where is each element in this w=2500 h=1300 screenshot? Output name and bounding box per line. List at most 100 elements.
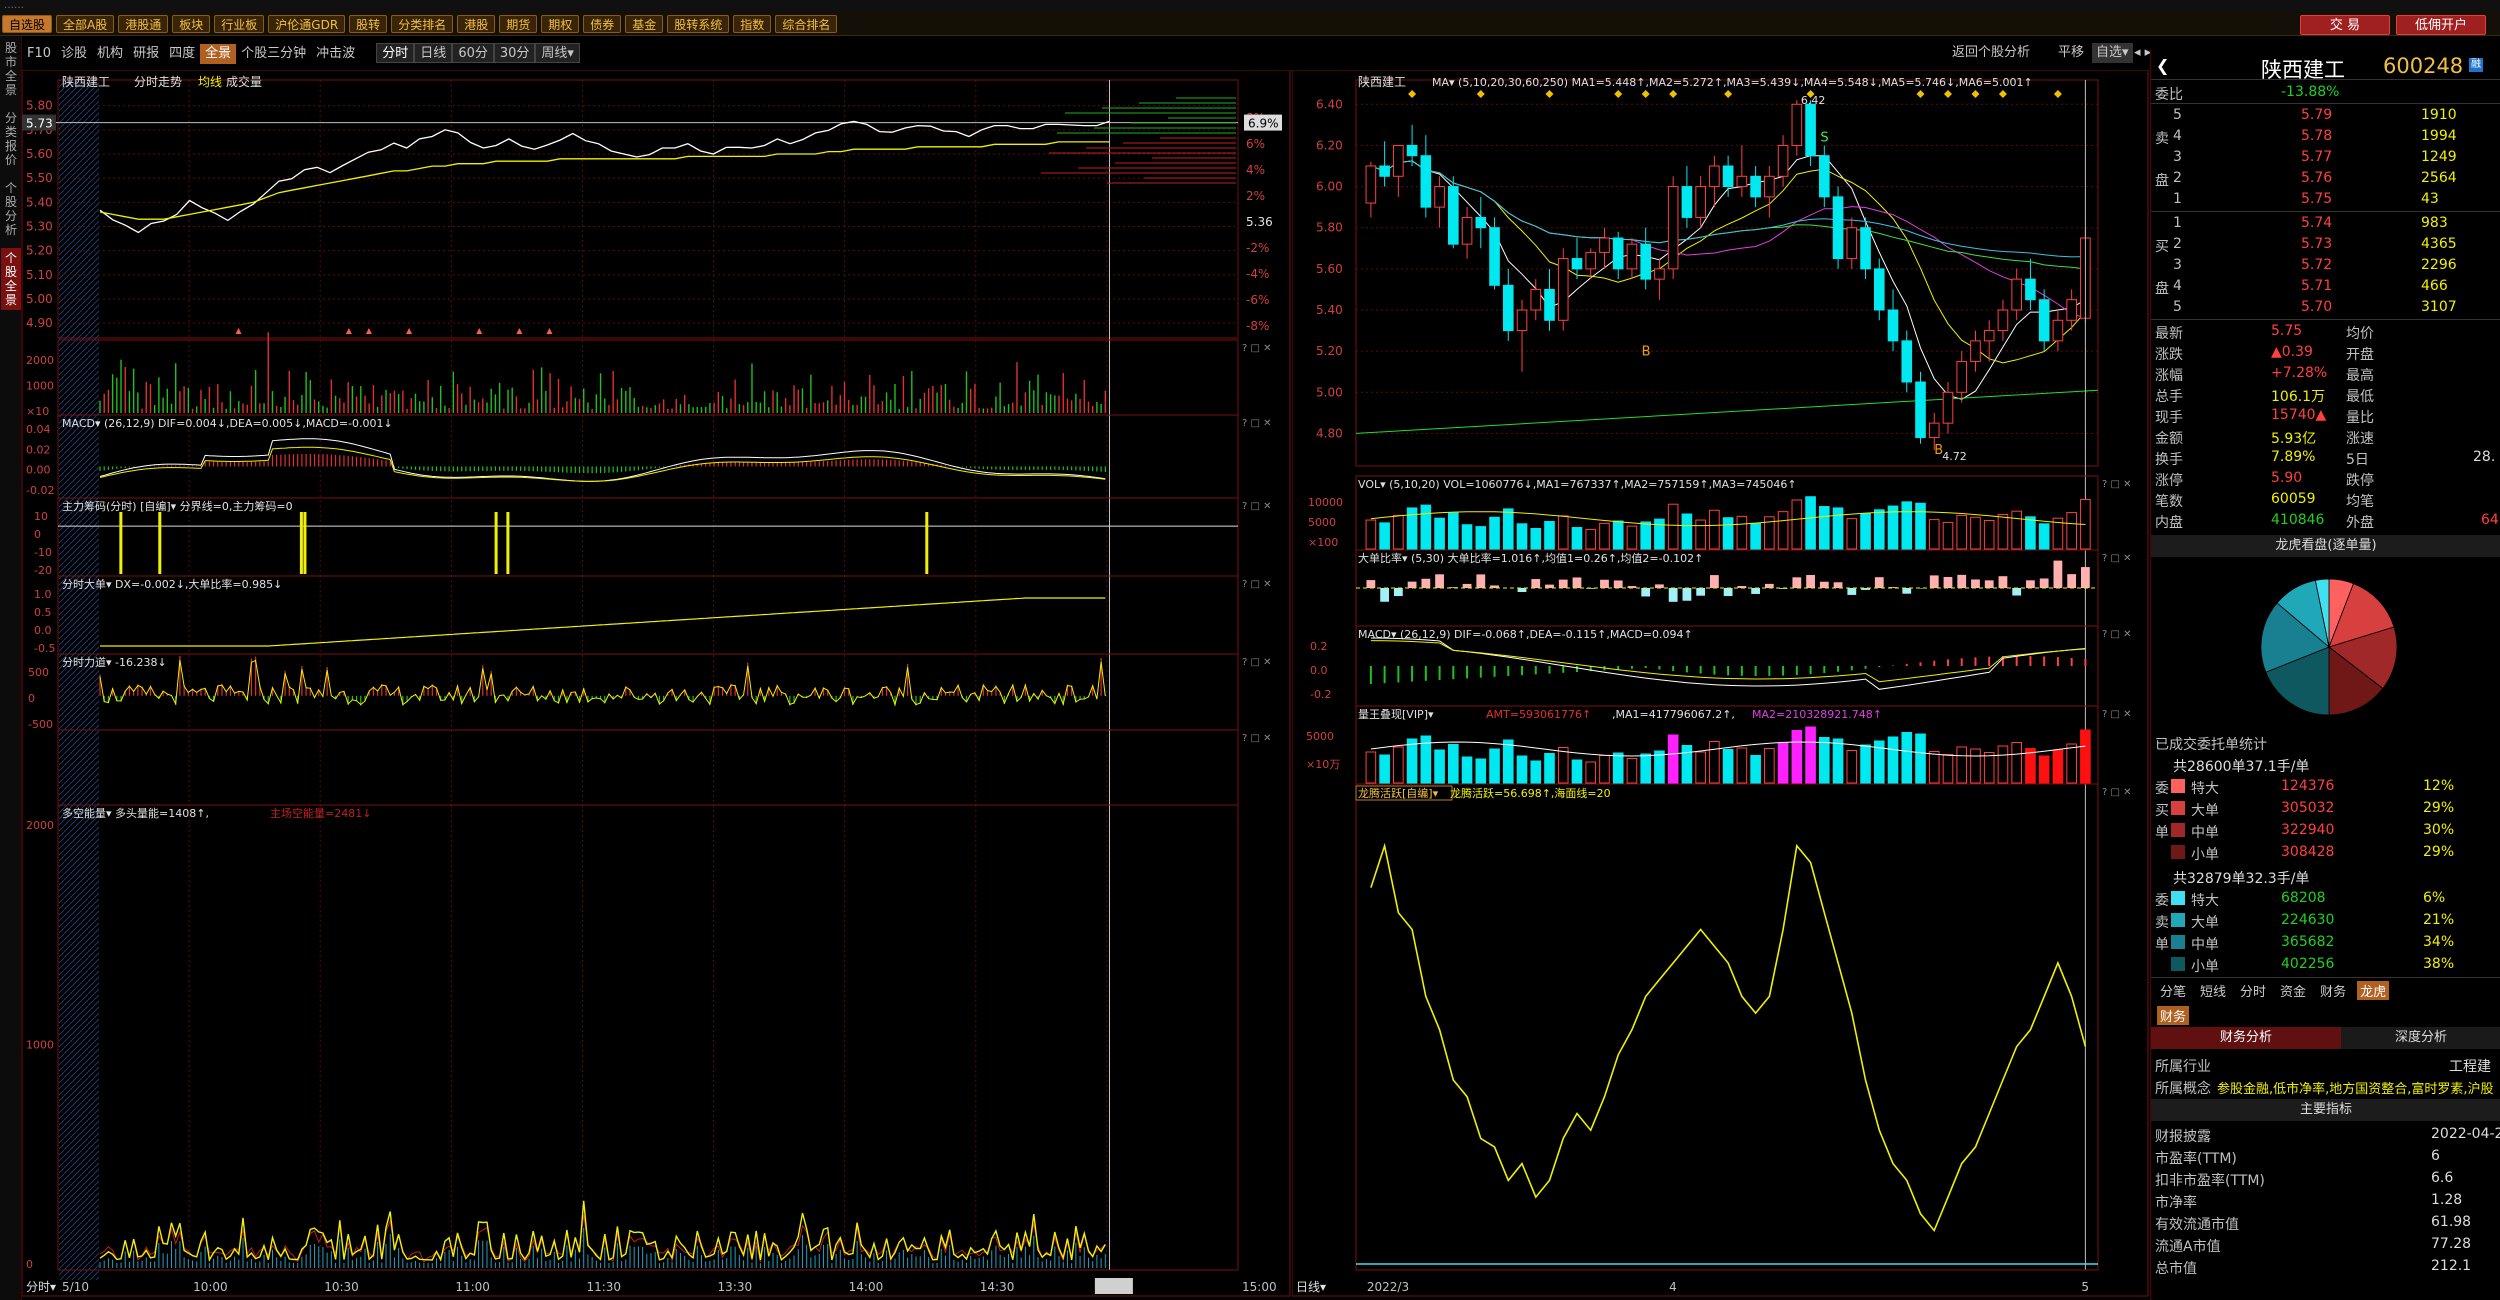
stat-right-label: 最低	[2346, 389, 2374, 405]
toolbar-item-3[interactable]: 研报	[128, 44, 164, 64]
sell-pct: 38%	[2423, 956, 2455, 972]
menu-item-2[interactable]: 港股通	[118, 15, 169, 33]
daily-lw-bar	[2052, 749, 2064, 784]
daily-volume-bar	[1434, 517, 1445, 550]
toolbar-item-0[interactable]: F10	[22, 44, 56, 64]
zhuli-signal-bar	[494, 512, 498, 574]
daily-lw-bar	[1365, 751, 1377, 784]
panel-controls-icon[interactable]: ? □ ✕	[1242, 501, 1272, 512]
panel-controls-icon[interactable]: ? □ ✕	[1242, 343, 1272, 354]
open-account-button[interactable]: 低佣开户	[2396, 15, 2486, 35]
menu-item-9[interactable]: 期货	[499, 15, 538, 33]
finance-tab[interactable]: 财务	[2157, 1006, 2190, 1025]
menu-item-12[interactable]: 基金	[625, 15, 664, 33]
daily-panel-controls-icon[interactable]: ? □ ✕	[2102, 553, 2132, 564]
panel-controls-icon[interactable]: ? □ ✕	[1242, 579, 1272, 590]
time-tick: 14:30	[980, 1280, 1015, 1294]
trade-button[interactable]: 交 易	[2300, 15, 2390, 35]
toolbar-item-1[interactable]: 诊股	[56, 44, 92, 64]
toolbar-item-5[interactable]: 全景	[200, 44, 237, 64]
daily-ddbl-bar	[1751, 588, 1761, 594]
finance-analysis-tab[interactable]: 财务分析	[2151, 1027, 2341, 1049]
daily-panel-controls-icon[interactable]: ? □ ✕	[2102, 629, 2132, 640]
left-tab-1[interactable]: 分类报价	[1, 108, 21, 170]
custom-select[interactable]: 自选▾	[2092, 43, 2133, 63]
menu-item-3[interactable]: 板块	[172, 15, 211, 33]
toolbar-item-6[interactable]: 个股三分钟	[236, 44, 311, 64]
menu-item-10[interactable]: 期权	[541, 15, 580, 33]
quote-tab-0[interactable]: 分笔	[2157, 981, 2189, 1000]
bid-price: 5.74	[2301, 215, 2333, 231]
back-to-analysis-link[interactable]: 返回个股分析	[1952, 43, 2030, 63]
buy-row: 特大 124376 12% 委	[2151, 775, 2500, 797]
flat-shift-button[interactable]: 平移	[2058, 43, 2084, 63]
toolbar-item-2[interactable]: 机构	[92, 44, 128, 64]
left-tab-3[interactable]: 个股全景	[1, 248, 21, 310]
daily-lw-bar	[1571, 759, 1583, 784]
daily-volume-bar	[1502, 508, 1514, 550]
duokong-tick: 1000	[26, 1039, 54, 1052]
daily-lw-tick: 5000	[1306, 730, 1334, 743]
zhuli-signal-bar	[119, 512, 123, 574]
daily-volume-bar	[1846, 518, 1858, 550]
lidao-tick: 500	[28, 666, 49, 679]
deep-analysis-tab[interactable]: 深度分析	[2341, 1027, 2500, 1049]
daily-lw-bar	[1654, 750, 1665, 784]
candle-body	[1970, 340, 1981, 362]
left-tab-2[interactable]: 个股分析	[1, 178, 21, 240]
panel-controls-icon[interactable]: ? □ ✕	[1242, 733, 1272, 744]
daily-period-label[interactable]: 日线▾	[1296, 1280, 1326, 1294]
daily-lt-title-a[interactable]: 龙腾活跃[自编]▾	[1358, 786, 1439, 800]
signal-diamond-icon	[1943, 90, 1952, 98]
left-tab-0[interactable]: 股市全景	[1, 38, 21, 100]
quote-tab-2[interactable]: 分时	[2237, 981, 2269, 1000]
panel-controls-icon[interactable]: ? □ ✕	[1242, 657, 1272, 668]
panel-controls-icon[interactable]: ? □ ✕	[1242, 418, 1272, 429]
stat-value: 5.93亿	[2271, 431, 2317, 447]
daily-panel-controls-icon[interactable]: ? □ ✕	[2102, 709, 2132, 720]
menu-item-7[interactable]: 分类排名	[391, 15, 454, 33]
menu-item-6[interactable]: 股转	[349, 15, 388, 33]
daily-volume-bar	[2038, 523, 2050, 550]
daily-lw-bar	[2038, 755, 2050, 784]
zhuli-tick: 10	[34, 510, 48, 523]
quote-tab-3[interactable]: 资金	[2277, 981, 2309, 1000]
candle-body	[1448, 186, 1459, 245]
candle-body	[2066, 299, 2077, 321]
period-selector: 分时 日线 60分 30分 周线▾	[376, 43, 580, 63]
menu-item-8[interactable]: 港股	[457, 15, 496, 33]
time-tick: 13:30	[718, 1280, 753, 1294]
menu-item-14[interactable]: 指数	[733, 15, 772, 33]
menu-item-1[interactable]: 全部A股	[56, 15, 115, 33]
toolbar-item-7[interactable]: 冲击波	[311, 44, 360, 64]
period-tab-1[interactable]: 日线	[414, 43, 453, 63]
daily-ddbl-bar	[1613, 580, 1623, 588]
sell-row: 中单 365682 34% 单	[2151, 931, 2500, 953]
macd-tick: 0.00	[26, 464, 51, 477]
daily-panel-controls-icon[interactable]: ? □ ✕	[2102, 479, 2132, 490]
zhuli-tick: -20	[34, 564, 52, 577]
daily-panel-controls-icon[interactable]: ? □ ✕	[2102, 787, 2132, 798]
period-tab-4[interactable]: 周线▾	[535, 43, 580, 63]
back-chevron-icon[interactable]: ❮	[2156, 56, 2169, 75]
period-tab-0[interactable]: 分时	[376, 43, 415, 63]
quote-tab-1[interactable]: 短线	[2197, 981, 2229, 1000]
price-tick: 5.50	[26, 171, 53, 185]
quote-tab-4[interactable]: 财务	[2317, 981, 2349, 1000]
menu-item-15[interactable]: 综合排名	[775, 15, 838, 33]
menu-item-0[interactable]: 自选股	[2, 15, 53, 33]
daily-macd-dea-line	[1370, 640, 2086, 683]
menu-item-11[interactable]: 债券	[583, 15, 622, 33]
fin-value: 61.98	[2431, 1214, 2472, 1230]
signal-diamond-icon	[1545, 90, 1554, 98]
intraday-period-label[interactable]: 分时▾	[26, 1280, 56, 1294]
daily-lw-bar	[1557, 747, 1569, 784]
menu-item-5[interactable]: 沪伦通GDR	[268, 15, 346, 33]
period-tab-3[interactable]: 30分	[493, 43, 536, 63]
daily-vol-tick: ×100	[1308, 536, 1338, 549]
menu-item-4[interactable]: 行业板	[214, 15, 265, 33]
menu-item-13[interactable]: 股转系统	[667, 15, 730, 33]
quote-tab-5[interactable]: 龙虎	[2357, 981, 2390, 1000]
toolbar-item-4[interactable]: 四度	[164, 44, 200, 64]
period-tab-2[interactable]: 60分	[452, 43, 494, 63]
